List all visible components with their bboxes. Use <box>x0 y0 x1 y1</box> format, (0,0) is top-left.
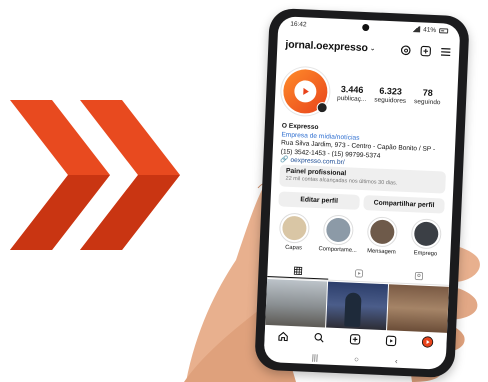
play-logo-icon <box>293 79 317 103</box>
story-highlights: Capas Comportame... Mensagem Emprego <box>274 212 451 258</box>
reels-nav-icon[interactable] <box>385 335 397 348</box>
link-icon: 🔗 <box>280 156 291 165</box>
tab-posts-grid[interactable] <box>267 261 329 280</box>
post-thumbnail[interactable] <box>326 281 389 331</box>
stat-posts[interactable]: 3.446 publicaç... <box>337 84 367 103</box>
chevron-down-icon[interactable]: ⌄ <box>370 44 376 52</box>
profile-stats: 3.446 publicaç... 6.323 seguidores 78 se… <box>337 84 441 106</box>
tab-reels[interactable] <box>328 265 389 283</box>
profile-avatar-icon[interactable] <box>422 336 435 351</box>
tagged-icon <box>415 271 424 281</box>
add-story-icon[interactable] <box>316 101 328 114</box>
search-icon[interactable] <box>313 332 325 345</box>
profile-header: jornal.oexpresso ⌄ <box>277 34 460 62</box>
stat-followers[interactable]: 6.323 seguidores <box>374 85 407 105</box>
username[interactable]: jornal.oexpresso <box>285 39 368 55</box>
menu-icon[interactable] <box>439 45 452 58</box>
profile-summary: 3.446 publicaç... 6.323 seguidores 78 se… <box>282 63 454 126</box>
home-button-icon[interactable]: ○ <box>354 354 359 363</box>
highlight-thumbnail <box>325 217 351 243</box>
reels-icon <box>354 269 363 278</box>
chevron-right-icon <box>80 100 180 250</box>
home-icon[interactable] <box>277 330 289 343</box>
post-thumbnail[interactable] <box>387 284 449 333</box>
back-icon[interactable]: ‹ <box>395 356 398 365</box>
highlight-item[interactable]: Capas <box>274 212 314 252</box>
profile-actions: Editar perfil Compartilhar perfil <box>278 191 445 214</box>
avatar[interactable] <box>282 68 329 115</box>
highlight-item[interactable]: Mensagem <box>362 216 402 256</box>
tab-tagged[interactable] <box>388 267 449 285</box>
add-content-icon[interactable] <box>419 44 432 57</box>
posts-grid <box>265 278 449 333</box>
phone-device: 16:42 41% jornal.oexpresso ⌄ 3.446 publi… <box>254 7 470 379</box>
highlight-thumbnail <box>369 219 395 245</box>
highlight-thumbnail <box>413 221 439 247</box>
battery-icon <box>439 27 449 34</box>
threads-icon[interactable] <box>399 43 412 56</box>
create-post-icon[interactable] <box>349 333 361 346</box>
stat-following[interactable]: 78 seguindo <box>414 87 441 107</box>
edit-profile-button[interactable]: Editar perfil <box>278 191 360 210</box>
highlight-item[interactable]: Comportame... <box>318 214 358 254</box>
status-time: 16:42 <box>290 20 307 28</box>
highlight-thumbnail <box>281 215 307 241</box>
recent-apps-icon[interactable]: ||| <box>312 352 319 361</box>
grid-icon <box>293 266 303 275</box>
signal-icon <box>411 25 421 33</box>
person-silhouette <box>344 292 362 328</box>
highlight-item[interactable]: Emprego <box>406 218 446 258</box>
share-profile-button[interactable]: Compartilhar perfil <box>363 195 445 214</box>
instagram-profile-screen: 16:42 41% jornal.oexpresso ⌄ 3.446 publi… <box>263 16 461 370</box>
battery-percent: 41% <box>423 26 437 34</box>
post-thumbnail[interactable] <box>265 278 328 328</box>
